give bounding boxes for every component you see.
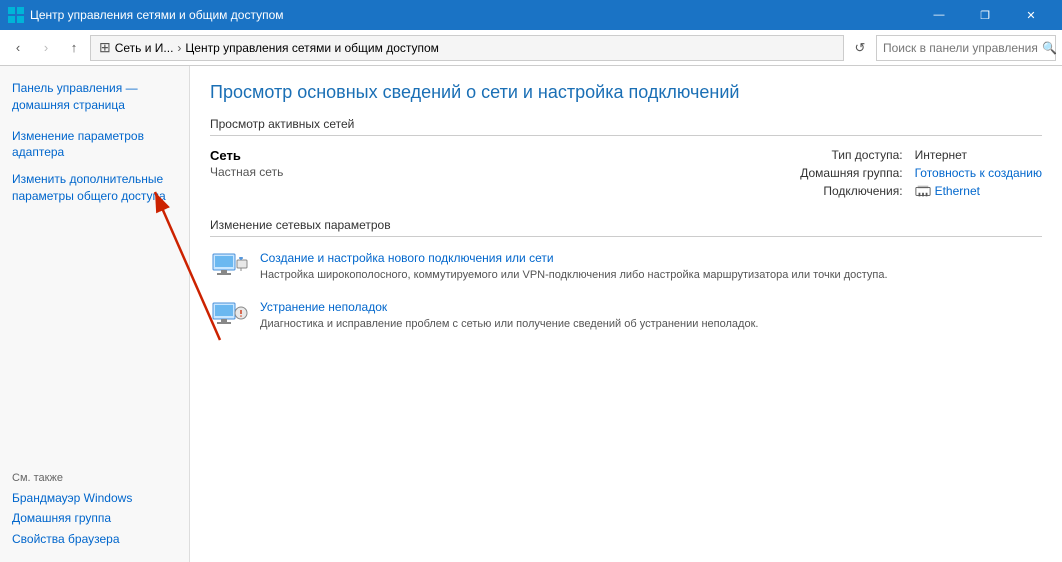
new-connection-text: Создание и настройка нового подключения …	[260, 251, 1042, 284]
connections-label: Подключения:	[800, 184, 902, 198]
new-connection-link[interactable]: Создание и настройка нового подключения …	[260, 251, 1042, 265]
sidebar-home-link[interactable]: Панель управления — домашняя страница	[12, 78, 177, 116]
path-grid-icon: ⊞	[99, 39, 111, 56]
troubleshoot-link[interactable]: Устранение неполадок	[260, 300, 1042, 314]
change-settings-section: Изменение сетевых параметров	[210, 218, 1042, 332]
ethernet-label: Ethernet	[935, 184, 980, 198]
troubleshoot-text: Устранение неполадок Диагностика и испра…	[260, 300, 1042, 333]
home-group-label: Домашняя группа:	[800, 166, 902, 180]
see-also-label: См. также	[12, 472, 177, 484]
path-separator: ›	[177, 41, 181, 55]
new-connection-item: Создание и настройка нового подключения …	[210, 251, 1042, 284]
window-controls: — ❐ ✕	[916, 0, 1054, 30]
network-info-right: Тип доступа: Интернет Домашняя группа: Г…	[800, 148, 1042, 198]
up-button[interactable]: ↑	[62, 36, 86, 60]
forward-button[interactable]: ›	[34, 36, 58, 60]
active-networks-header: Просмотр активных сетей	[210, 117, 1042, 136]
sidebar-firewall-link[interactable]: Брандмауэр Windows	[12, 488, 177, 509]
new-connection-desc: Настройка широкополосного, коммутируемог…	[260, 269, 888, 281]
home-group-value[interactable]: Готовность к созданию	[915, 166, 1042, 180]
sidebar-sharing-settings-link[interactable]: Изменить дополнительные параметры общего…	[12, 169, 177, 207]
access-type-label: Тип доступа:	[800, 148, 902, 162]
troubleshoot-icon	[210, 300, 250, 332]
search-icon: 🔍	[1042, 41, 1057, 55]
search-box[interactable]: 🔍	[876, 35, 1056, 61]
refresh-button[interactable]: ↺	[848, 36, 872, 60]
troubleshoot-item: Устранение неполадок Диагностика и испра…	[210, 300, 1042, 333]
address-path[interactable]: ⊞ Сеть и И... › Центр управления сетями …	[90, 35, 844, 61]
sidebar: Панель управления — домашняя страница Из…	[0, 66, 190, 562]
new-connection-icon	[210, 251, 250, 283]
troubleshoot-desc: Диагностика и исправление проблем с сеть…	[260, 318, 758, 330]
connections-value[interactable]: Ethernet	[915, 184, 1042, 198]
active-networks: Сеть Частная сеть Тип доступа: Интернет …	[210, 148, 1042, 198]
network-info-left: Сеть Частная сеть	[210, 148, 800, 198]
network-type: Частная сеть	[210, 165, 780, 179]
app-icon	[8, 7, 24, 23]
ethernet-icon	[915, 184, 931, 198]
content-area: Просмотр основных сведений о сети и наст…	[190, 66, 1062, 562]
address-bar: ‹ › ↑ ⊞ Сеть и И... › Центр управления с…	[0, 30, 1062, 66]
back-button[interactable]: ‹	[6, 36, 30, 60]
access-type-value: Интернет	[915, 148, 1042, 162]
minimize-button[interactable]: —	[916, 0, 962, 30]
sidebar-homegroup-link[interactable]: Домашняя группа	[12, 508, 177, 529]
sidebar-browser-props-link[interactable]: Свойства браузера	[12, 529, 177, 550]
sidebar-bottom: См. также Брандмауэр Windows Домашняя гр…	[0, 460, 189, 550]
path-part-network: Сеть и И...	[115, 41, 174, 55]
sidebar-adapter-settings-link[interactable]: Изменение параметров адаптера	[12, 126, 177, 164]
window-title: Центр управления сетями и общим доступом	[30, 8, 916, 22]
restore-button[interactable]: ❐	[962, 0, 1008, 30]
search-input[interactable]	[883, 41, 1038, 55]
close-button[interactable]: ✕	[1008, 0, 1054, 30]
title-bar: Центр управления сетями и общим доступом…	[0, 0, 1062, 30]
sidebar-top: Панель управления — домашняя страница Из…	[0, 78, 189, 460]
network-name: Сеть	[210, 148, 780, 163]
change-settings-header: Изменение сетевых параметров	[210, 218, 1042, 237]
page-title: Просмотр основных сведений о сети и наст…	[210, 82, 1042, 103]
main-layout: Панель управления — домашняя страница Из…	[0, 66, 1062, 562]
path-part-current: Центр управления сетями и общим доступом	[185, 41, 439, 55]
